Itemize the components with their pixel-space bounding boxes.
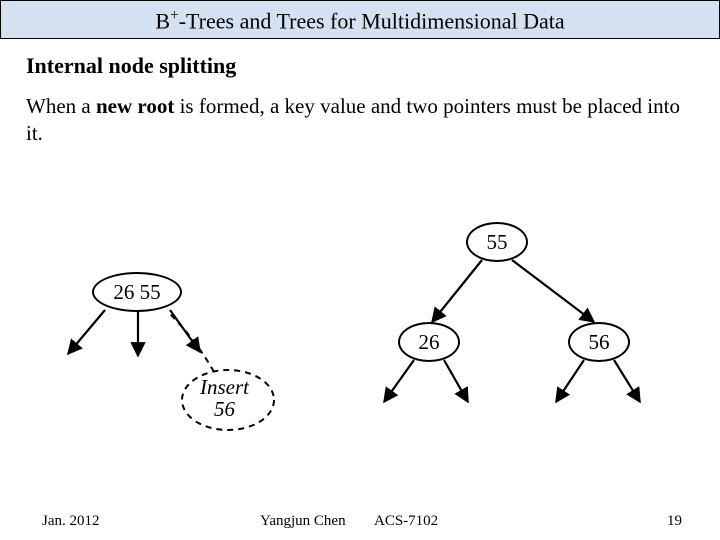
title-sup: + (170, 7, 179, 24)
node-child-26: 26 (398, 322, 460, 362)
node-root-label: 55 (487, 230, 508, 255)
slide-title: B+-Trees and Trees for Multidimensional … (0, 0, 720, 39)
insert-annotation: Insert 56 (200, 376, 249, 420)
footer-page: 19 (667, 513, 682, 530)
body-pre: When a (26, 94, 96, 118)
node-child-56: 56 (568, 322, 630, 362)
title-rest: -Trees and Trees for Multidimensional Da… (179, 8, 565, 33)
node-c26-label: 26 (419, 330, 440, 355)
insert-value: 56 (214, 397, 235, 421)
node-left-26-55: 26 55 (92, 272, 182, 312)
footer-date: Jan. 2012 (42, 513, 100, 530)
node-c56-label: 56 (589, 330, 610, 355)
subheading: Internal node splitting (26, 53, 694, 79)
body-paragraph: When a new root is formed, a key value a… (26, 93, 694, 146)
insert-word: Insert (200, 375, 249, 399)
node-root-55: 55 (466, 222, 528, 262)
body-bold: new root (96, 94, 174, 118)
node-left-label: 26 55 (113, 280, 160, 305)
footer-course: ACS-7102 (374, 513, 438, 530)
footer-author: Yangjun Chen (260, 513, 346, 530)
title-prefix: B (155, 8, 170, 33)
